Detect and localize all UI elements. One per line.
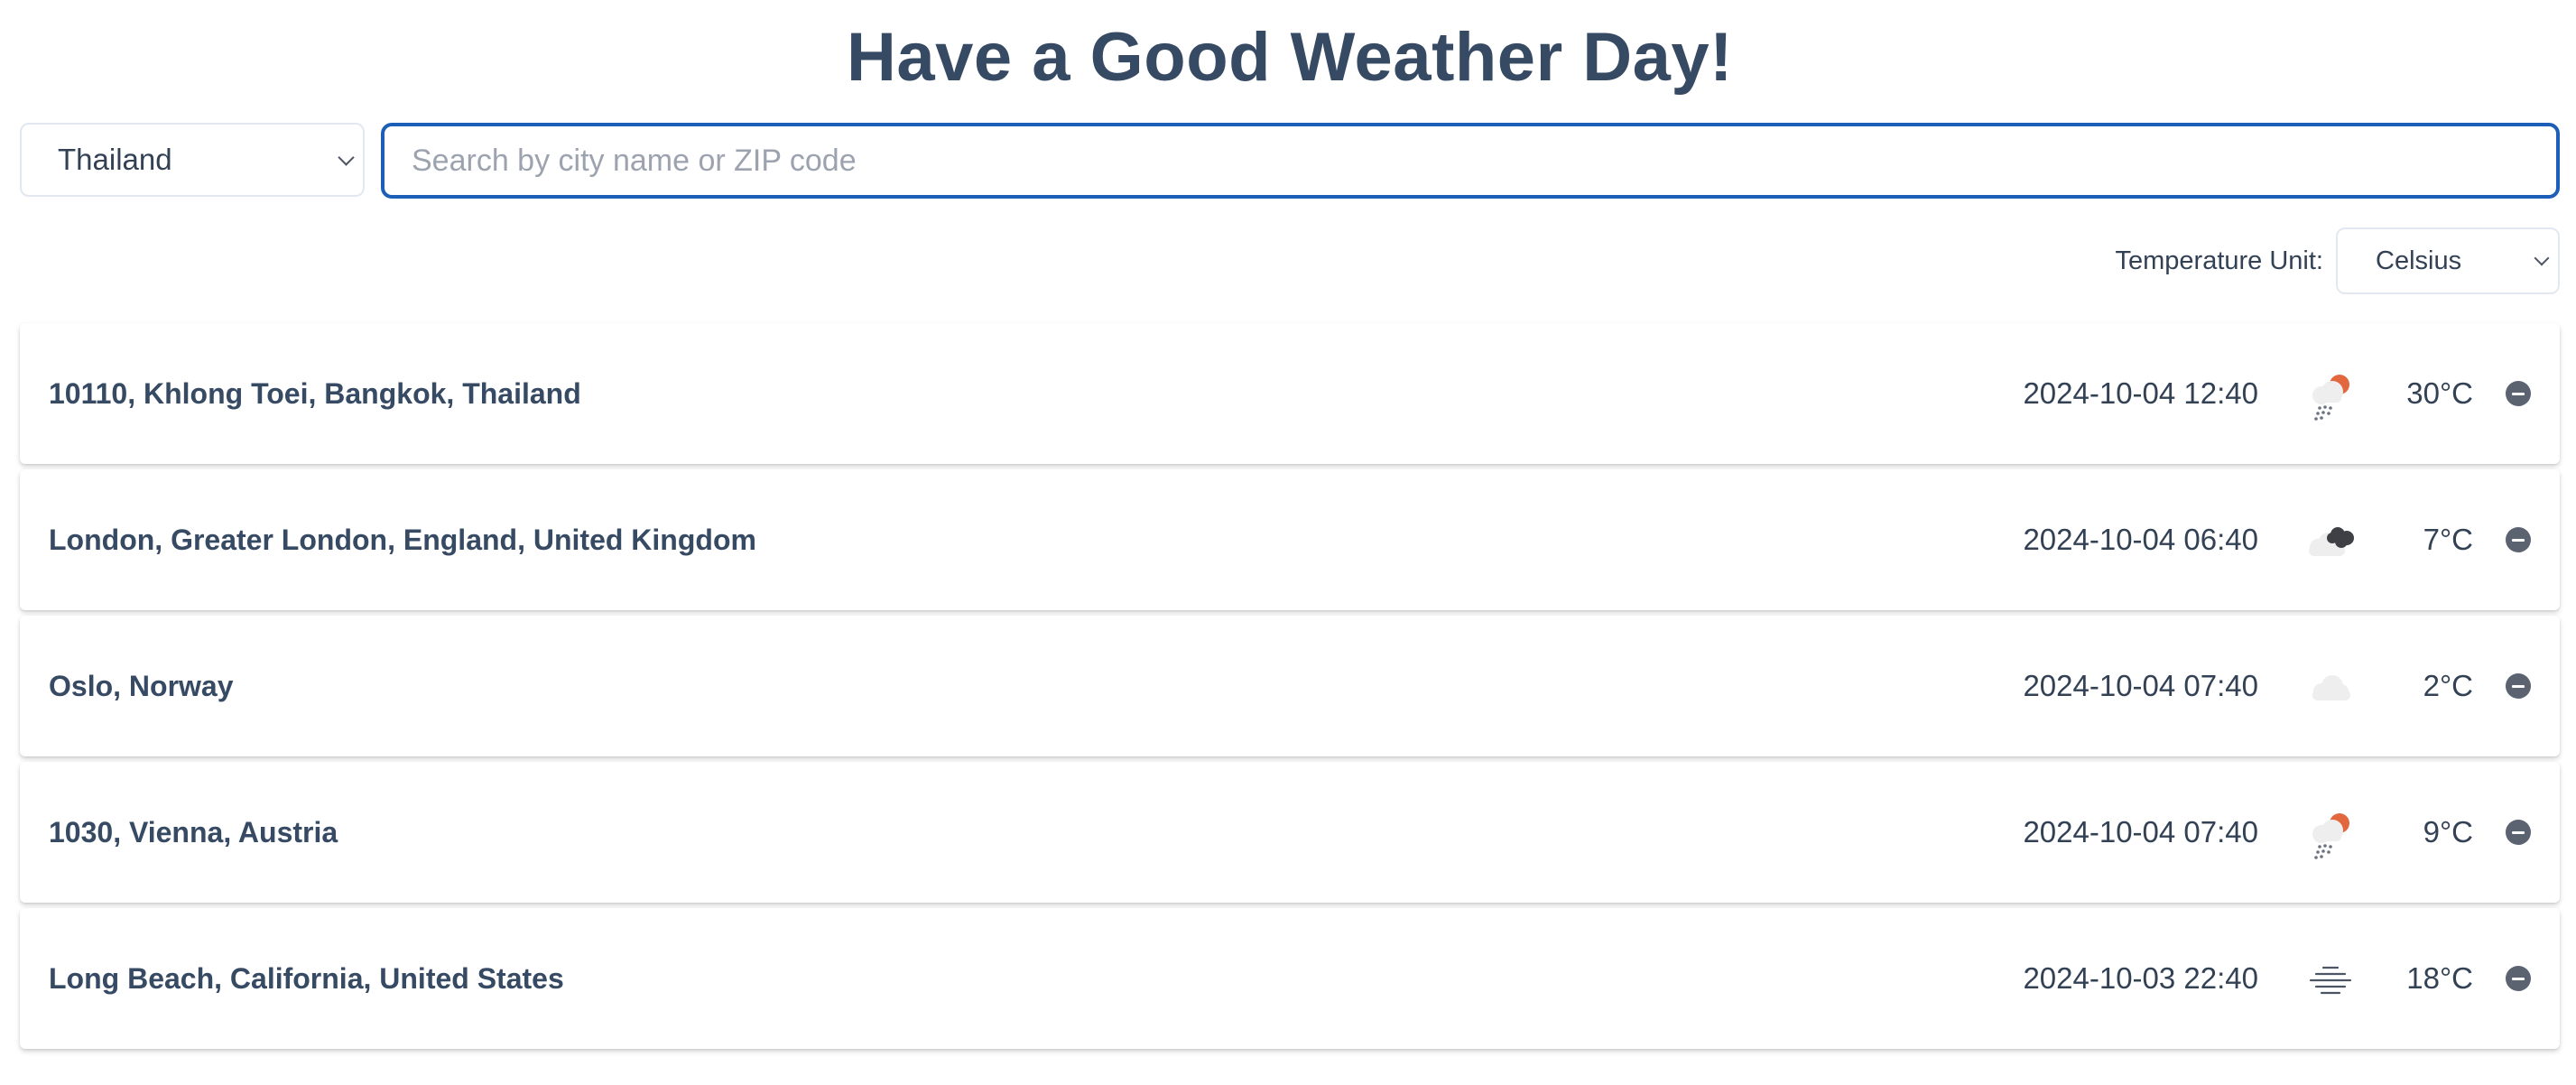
temperature: 30°C (2406, 376, 2473, 410)
location-card[interactable]: London, Greater London, England, United … (20, 469, 2560, 610)
sun-cloud-rain-icon (2312, 375, 2349, 421)
remove-location-button[interactable] (2506, 673, 2531, 699)
search-bar: Thailand (20, 123, 2560, 199)
local-time: 2024-10-04 07:40 (2023, 815, 2258, 849)
location-name: Oslo, Norway (49, 670, 234, 702)
local-time: 2024-10-04 06:40 (2023, 523, 2258, 556)
remove-location-button[interactable] (2506, 381, 2531, 406)
location-card[interactable]: Long Beach, California, United States 20… (20, 908, 2560, 1049)
temperature-unit-select[interactable]: Celsius (2336, 227, 2560, 294)
location-list: 10110, Khlong Toei, Bangkok, Thailand 20… (20, 323, 2560, 1054)
location-card[interactable]: Oslo, Norway 2024-10-04 07:40 2°C (20, 616, 2560, 756)
country-select[interactable]: Thailand (20, 123, 365, 197)
chevron-down-icon (2534, 250, 2550, 266)
local-time: 2024-10-04 07:40 (2023, 669, 2258, 702)
sun-cloud-rain-icon (2312, 813, 2349, 859)
temperature-unit-value: Celsius (2376, 246, 2462, 275)
temperature: 18°C (2406, 961, 2473, 995)
location-name: Long Beach, California, United States (49, 962, 564, 995)
chevron-down-icon (338, 149, 355, 166)
remove-location-button[interactable] (2506, 527, 2531, 552)
temperature-unit-label: Temperature Unit: (2115, 246, 2324, 275)
temperature: 9°C (2423, 815, 2473, 849)
country-select-value: Thailand (58, 143, 172, 176)
remove-location-button[interactable] (2506, 966, 2531, 991)
location-card[interactable]: 10110, Khlong Toei, Bangkok, Thailand 20… (20, 323, 2560, 464)
temperature: 2°C (2423, 669, 2473, 702)
temperature-unit-control: Temperature Unit: Celsius (2018, 227, 2560, 294)
cloud-icon (2312, 675, 2350, 700)
location-name: London, Greater London, England, United … (49, 524, 756, 556)
location-card[interactable]: 1030, Vienna, Austria 2024-10-04 07:40 9… (20, 762, 2560, 903)
temperature: 7°C (2423, 523, 2473, 556)
remove-location-button[interactable] (2506, 820, 2531, 845)
local-time: 2024-10-04 12:40 (2023, 376, 2258, 410)
page-title: Have a Good Weather Day! (846, 19, 1733, 96)
location-name: 1030, Vienna, Austria (49, 816, 338, 849)
location-name: 10110, Khlong Toei, Bangkok, Thailand (49, 377, 581, 410)
fog-icon (2309, 966, 2352, 995)
local-time: 2024-10-03 22:40 (2023, 961, 2258, 995)
search-input[interactable] (381, 123, 2560, 199)
dark-clouds-icon (2309, 527, 2354, 556)
